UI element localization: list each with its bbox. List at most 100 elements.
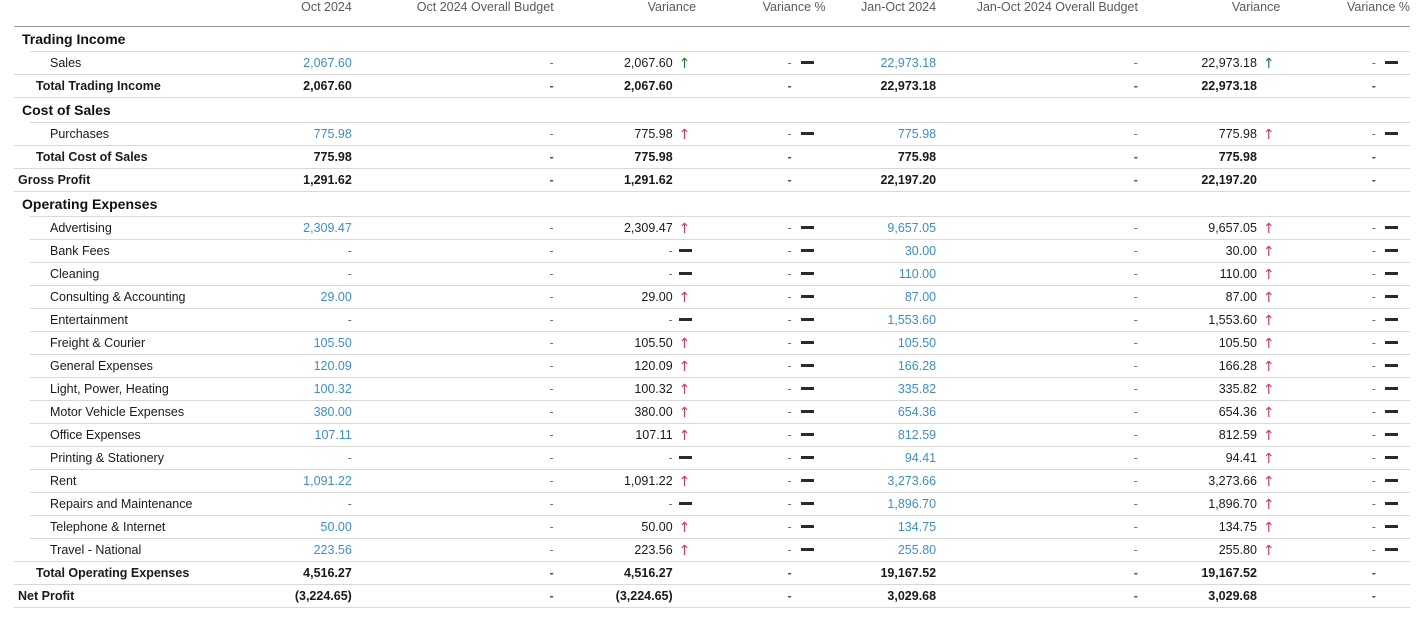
cell-oct-2024[interactable]: 105.50 xyxy=(256,331,352,355)
cell-variance-1: 1,291.62 xyxy=(553,168,673,192)
cell-variance-2: 30.00 xyxy=(1137,239,1257,263)
cell-jan-oct-2024-value: 19,167.52 xyxy=(880,566,937,580)
cell-jan-oct-2024[interactable]: 1,896.70 xyxy=(840,492,937,516)
row-label[interactable]: Cleaning xyxy=(14,262,257,286)
cell-jan-oct-2024-budget-value: - xyxy=(1133,520,1138,534)
row-label[interactable]: Travel - National xyxy=(14,538,257,562)
row-label-text: Total Cost of Sales xyxy=(36,150,148,164)
cell-oct-2024[interactable]: 50.00 xyxy=(256,515,352,539)
no-change-icon xyxy=(1384,341,1398,344)
cell-oct-2024[interactable]: 380.00 xyxy=(256,400,352,424)
cell-jan-oct-2024[interactable]: 105.50 xyxy=(840,331,937,355)
cell-jan-oct-2024[interactable]: 22,973.18 xyxy=(840,51,937,75)
row-label[interactable]: Light, Power, Heating xyxy=(14,377,257,401)
row-label[interactable]: Rent xyxy=(14,469,257,493)
row-label-text: Operating Expenses xyxy=(22,196,158,212)
cell-jan-oct-2024[interactable]: 134.75 xyxy=(840,515,937,539)
column-header-variance-1: Variance xyxy=(647,0,697,14)
no-change-icon xyxy=(1384,272,1398,275)
row-label[interactable]: Purchases xyxy=(14,122,257,146)
cell-jan-oct-2024[interactable]: 30.00 xyxy=(840,239,937,263)
cell-jan-oct-2024-budget: - xyxy=(936,331,1138,355)
cell-oct-2024: 2,067.60 xyxy=(256,74,352,98)
cell-variance-1-value: - xyxy=(668,244,673,258)
cell-oct-2024[interactable]: 29.00 xyxy=(256,285,352,309)
cell-oct-2024[interactable]: 120.09 xyxy=(256,354,352,378)
row-label[interactable]: Consulting & Accounting xyxy=(14,285,257,309)
cell-variance-2-value: 3,273.66 xyxy=(1208,474,1257,488)
no-change-icon xyxy=(800,433,814,436)
cell-jan-oct-2024[interactable]: 775.98 xyxy=(840,122,937,146)
cell-variance-1: 105.50 xyxy=(553,331,673,355)
row-label[interactable]: Bank Fees xyxy=(14,239,257,263)
no-change-icon xyxy=(678,318,692,321)
cell-jan-oct-2024[interactable]: 9,657.05 xyxy=(840,216,937,240)
cell-jan-oct-2024-budget-value: - xyxy=(1133,359,1138,373)
cell-oct-2024[interactable]: 1,091.22 xyxy=(256,469,352,493)
row-label: Total Operating Expenses xyxy=(14,561,257,585)
cell-jan-oct-2024[interactable]: 94.41 xyxy=(840,446,937,470)
cell-variance-1-value: 120.09 xyxy=(634,359,673,373)
cell-jan-oct-2024[interactable]: 654.36 xyxy=(840,400,937,424)
no-change-icon xyxy=(800,364,814,367)
column-gap xyxy=(825,74,841,98)
empty-cell xyxy=(351,191,554,217)
footer-cell xyxy=(936,607,1138,622)
cell-jan-oct-2024[interactable]: 255.80 xyxy=(840,538,937,562)
row-label[interactable]: Advertising xyxy=(14,216,257,240)
row-label-text: Trading Income xyxy=(22,31,126,47)
no-change-icon xyxy=(800,132,814,135)
row-label[interactable]: Office Expenses xyxy=(14,423,257,447)
cell-variance-2-value: 166.28 xyxy=(1218,359,1257,373)
cell-oct-2024-budget-value: - xyxy=(549,451,554,465)
cell-oct-2024-budget: - xyxy=(351,515,554,539)
arrow-up-unfavorable-icon: ↑ xyxy=(1262,543,1275,559)
cell-oct-2024-budget: - xyxy=(351,216,554,240)
cell-variance-pct-1-value: - xyxy=(787,474,792,488)
cell-oct-2024[interactable]: 223.56 xyxy=(256,538,352,562)
cell-oct-2024[interactable]: 107.11 xyxy=(256,423,352,447)
footer-cell xyxy=(1280,607,1376,622)
cell-oct-2024[interactable]: 2,309.47 xyxy=(256,216,352,240)
cell-jan-oct-2024[interactable]: 110.00 xyxy=(840,262,937,286)
row-label: Trading Income xyxy=(14,26,257,52)
no-change-icon xyxy=(678,249,692,252)
row-label[interactable]: Sales xyxy=(14,51,257,75)
cell-jan-oct-2024-budget-value: - xyxy=(1133,56,1138,70)
cell-jan-oct-2024-budget: - xyxy=(936,538,1138,562)
arrow-up-unfavorable-icon: ↑ xyxy=(1262,497,1275,513)
empty-cell xyxy=(1256,191,1281,217)
cell-jan-oct-2024-budget-value: - xyxy=(1133,589,1138,603)
variance-pct-indicator-2 xyxy=(1375,145,1410,169)
cell-variance-1-value: 2,067.60 xyxy=(623,56,673,70)
cell-oct-2024[interactable]: 100.32 xyxy=(256,377,352,401)
row-label[interactable]: Motor Vehicle Expenses xyxy=(14,400,257,424)
row-label[interactable]: General Expenses xyxy=(14,354,257,378)
column-gap xyxy=(825,331,841,355)
column-header-oct-2024-budget: Oct 2024 Overall Budget xyxy=(416,0,554,14)
row-label[interactable]: Repairs and Maintenance xyxy=(14,492,257,516)
cell-variance-pct-1: - xyxy=(696,584,792,608)
cell-jan-oct-2024[interactable]: 3,273.66 xyxy=(840,469,937,493)
variance-pct-indicator-2 xyxy=(1375,423,1410,447)
cell-jan-oct-2024[interactable]: 1,553.60 xyxy=(840,308,937,332)
cell-oct-2024: - xyxy=(256,262,352,286)
row-label[interactable]: Telephone & Internet xyxy=(14,515,257,539)
variance-pct-indicator-2 xyxy=(1375,285,1410,309)
cell-jan-oct-2024[interactable]: 166.28 xyxy=(840,354,937,378)
cell-jan-oct-2024-value: 1,896.70 xyxy=(887,497,937,511)
cell-variance-pct-2-value: - xyxy=(1371,56,1376,70)
row-label[interactable]: Entertainment xyxy=(14,308,257,332)
cell-variance-pct-2-value: - xyxy=(1371,244,1376,258)
row-label-text: Printing & Stationery xyxy=(50,451,164,465)
cell-jan-oct-2024[interactable]: 335.82 xyxy=(840,377,937,401)
cell-oct-2024-budget-value: - xyxy=(549,428,554,442)
cell-variance-pct-1: - xyxy=(696,262,792,286)
cell-jan-oct-2024[interactable]: 812.59 xyxy=(840,423,937,447)
cell-oct-2024[interactable]: 775.98 xyxy=(256,122,352,146)
footer-cell xyxy=(840,607,937,622)
cell-oct-2024[interactable]: 2,067.60 xyxy=(256,51,352,75)
row-label[interactable]: Printing & Stationery xyxy=(14,446,257,470)
cell-jan-oct-2024[interactable]: 87.00 xyxy=(840,285,937,309)
row-label[interactable]: Freight & Courier xyxy=(14,331,257,355)
